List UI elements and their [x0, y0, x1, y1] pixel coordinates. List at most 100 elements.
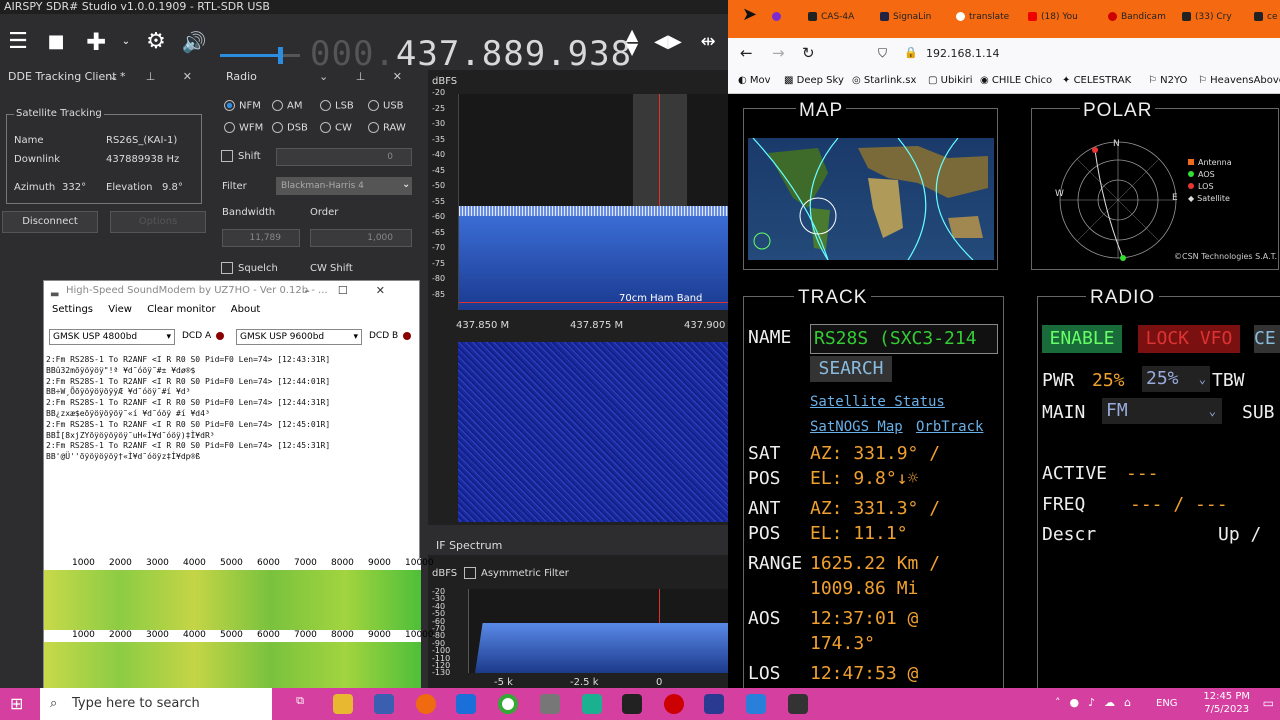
satnogs-map-link[interactable]: SatNOGS Map	[810, 419, 903, 435]
tune-arrows-icon[interactable]: ◀▶	[654, 28, 682, 56]
pwr-select[interactable]: 25% ⌄	[1142, 366, 1210, 392]
task-view-icon[interactable]: ⧉	[290, 694, 310, 714]
terminal-icon[interactable]	[788, 694, 808, 714]
bookmark-heavensabove[interactable]: ⚐ HeavensAbove	[1198, 75, 1280, 86]
windows-start-icon[interactable]: ⊞	[10, 694, 23, 713]
panel-controls-icon[interactable]: ⌄ ⊥ ✕	[109, 68, 204, 86]
app-icon[interactable]	[622, 694, 642, 714]
asymmetric-filter-checkbox[interactable]: Asymmetric Filter	[464, 567, 569, 579]
menu-view[interactable]: View	[108, 304, 132, 315]
satellite-status-link[interactable]: Satellite Status	[810, 394, 945, 410]
bookmark-celestrak[interactable]: ✦ CELESTRAK	[1062, 75, 1131, 86]
mode-am[interactable]: AM	[272, 100, 302, 112]
bookmark-ubikiri[interactable]: ▢ Ubikiri	[928, 75, 973, 86]
mode-dsb[interactable]: DSB	[272, 122, 308, 134]
scale-tick: 10000	[405, 558, 434, 568]
forward-icon[interactable]: →	[772, 44, 785, 62]
chevron-down-icon[interactable]: ⌄	[112, 28, 140, 56]
enable-button[interactable]: ENABLE	[1042, 325, 1122, 353]
file-explorer-icon[interactable]	[333, 694, 353, 714]
bookmark-n2yo[interactable]: ⚐ N2YO	[1148, 75, 1187, 86]
firefox-view-icon[interactable]	[772, 12, 785, 22]
orbtrack-link[interactable]: OrbTrack	[916, 419, 983, 435]
window-controls-icon[interactable]: –☐✕	[304, 281, 413, 301]
menu-settings[interactable]: Settings	[52, 304, 93, 315]
bookmark-starlink[interactable]: ◎ Starlink.sx	[852, 75, 916, 86]
mail-icon[interactable]	[456, 694, 476, 714]
spectrum-plot: 70cm Ham Band	[458, 94, 729, 310]
tab-bandicam[interactable]: Bandicam	[1108, 12, 1166, 22]
log-line: BB¿zxæ$eõÿöÿöÿöÿ˜«í ¥d˜óöÿ #í ¥d4³	[46, 408, 210, 418]
audio-waterfall-b[interactable]	[44, 642, 421, 690]
filter-label: Filter	[222, 181, 247, 192]
app-icon[interactable]	[540, 694, 560, 714]
shift-input[interactable]: 0	[276, 148, 412, 166]
tab-youtube[interactable]: (18) You	[1028, 12, 1078, 22]
chrome-icon[interactable]	[498, 694, 518, 714]
polar-plot[interactable]: N W E	[1053, 138, 1183, 264]
audio-waterfall-a[interactable]	[44, 570, 421, 630]
bandwidth-input[interactable]: 11,789	[222, 229, 300, 247]
menu-about[interactable]: About	[231, 304, 261, 315]
shield-icon[interactable]: ⛉	[878, 46, 887, 61]
options-button[interactable]: Options	[110, 211, 206, 233]
bookmark-deep-sky[interactable]: ▩ Deep Sky	[784, 75, 844, 86]
save-app-icon[interactable]	[374, 694, 394, 714]
shift-checkbox[interactable]: Shift	[221, 150, 261, 162]
tab-translate[interactable]: translate	[956, 12, 1009, 22]
notification-icon[interactable]: ▭	[1263, 696, 1274, 710]
mode-usb[interactable]: USB	[368, 100, 404, 112]
waterfall[interactable]	[458, 342, 728, 522]
search-button[interactable]: SEARCH	[810, 356, 892, 382]
monitor-log[interactable]: 2:Fm RS28S-1 To R2ANF <I R R0 S0 Pid=F0 …	[46, 355, 418, 555]
world-map[interactable]	[748, 137, 994, 261]
mode-wfm[interactable]: WFM	[224, 122, 263, 134]
bookmark-mov[interactable]: ◐ Mov	[738, 75, 771, 86]
polar-legend: Antenna AOS LOS ◆ Satellite	[1188, 158, 1232, 203]
sdr-app-icon[interactable]	[704, 694, 724, 714]
bookmark-chile-chico[interactable]: ◉ CHILE Chico	[980, 75, 1052, 86]
mode-nfm[interactable]: NFM	[224, 100, 261, 112]
ce-button[interactable]: CE	[1254, 325, 1280, 353]
tab-ce[interactable]: ce	[1254, 12, 1278, 22]
taskbar-search[interactable]: ⌕ Type here to search	[40, 688, 272, 720]
add-icon[interactable]: ✚	[82, 28, 110, 56]
volume-slider[interactable]	[220, 47, 300, 64]
back-icon[interactable]: ←	[740, 44, 753, 62]
tab-signalin[interactable]: SignaLin	[880, 12, 931, 22]
mode-lsb[interactable]: LSB	[320, 100, 354, 112]
panel-controls-icon[interactable]: ⌄ ⊥ ✕	[319, 68, 414, 86]
mode-raw[interactable]: RAW	[368, 122, 406, 134]
url-bar[interactable]: 192.168.1.14	[926, 47, 999, 60]
filter-select[interactable]: Blackman-Harris 4	[276, 177, 412, 195]
squelch-checkbox[interactable]: Squelch	[221, 262, 278, 274]
order-input[interactable]: 1,000	[310, 229, 412, 247]
spectrum-analyzer[interactable]: dBFS -20 -25 -30 -35 -40 -45 -50 -55 -60 -65 -70 -7…	[428, 70, 737, 525]
lock-vfo-button[interactable]: LOCK VFO	[1138, 325, 1240, 353]
app-icon[interactable]	[582, 694, 602, 714]
span-icon[interactable]: ⇹	[694, 28, 722, 56]
menu-clear-monitor[interactable]: Clear monitor	[147, 304, 215, 315]
satellite-name-input[interactable]: RS28S (SXC3-214	[810, 324, 998, 354]
volume-icon[interactable]: 🔊	[180, 28, 208, 56]
system-tray-icons[interactable]: ˄●♪☁⌂	[1055, 696, 1140, 709]
reload-icon[interactable]: ↻	[802, 44, 815, 62]
gear-icon[interactable]: ⚙	[142, 28, 170, 56]
firefox-icon[interactable]	[416, 694, 436, 714]
chevron-down-icon[interactable]: ⌄	[402, 179, 410, 190]
tab-crypto[interactable]: (33) Cry	[1182, 12, 1232, 22]
frequency-step-icon[interactable]: ▲ ▼	[618, 27, 646, 57]
modem-a-select[interactable]: GMSK USP 4800bd ▾	[49, 329, 175, 345]
app-icon[interactable]	[746, 694, 766, 714]
stop-icon[interactable]: ■	[42, 28, 70, 56]
bookmarks-bar: ◐ Mov ▩ Deep Sky ◎ Starlink.sx ▢ Ubikiri…	[728, 70, 1280, 94]
tab-cas4a[interactable]: CAS-4A	[808, 12, 854, 22]
language-indicator[interactable]: ENG	[1156, 698, 1178, 709]
bandicam-icon[interactable]	[664, 694, 684, 714]
modem-b-select[interactable]: GMSK USP 9600bd ▾	[236, 329, 362, 345]
disconnect-button[interactable]: Disconnect	[2, 211, 98, 233]
main-mode-select[interactable]: FM ⌄	[1102, 398, 1222, 424]
mode-cw[interactable]: CW	[320, 122, 352, 134]
menu-icon[interactable]: ☰	[4, 28, 32, 56]
clock[interactable]: 12:45 PM 7/5/2023	[1203, 690, 1250, 716]
